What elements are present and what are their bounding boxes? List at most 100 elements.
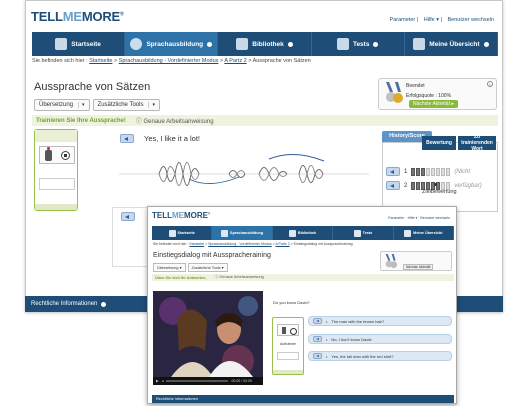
- logo-text-more: MORE: [81, 9, 121, 24]
- chevron-icon: [207, 41, 213, 47]
- answer-option[interactable]: • Yes, the tall man with the red shirt?: [308, 351, 452, 361]
- dropdown-label: Zusätzliche Tools: [97, 102, 144, 108]
- breadcrumb-link[interactable]: Sprachausbildung - Vordefinierter Modus: [208, 242, 271, 246]
- nav-tests[interactable]: Tests: [333, 226, 394, 240]
- legal-info-link[interactable]: Rechtliche Informationen: [31, 301, 97, 307]
- breadcrumb-current: Aussprache von Sätzen: [252, 58, 311, 64]
- target-rating-label: Zielbewertung: [422, 189, 457, 195]
- nav-label: Meine Übersicht: [429, 40, 480, 48]
- answer-bullet: •: [326, 336, 328, 342]
- recorder-footer[interactable]: [273, 370, 303, 374]
- link-benutzer-wechseln[interactable]: Benutzer wechseln: [448, 17, 494, 23]
- video-progress-bar[interactable]: [166, 380, 229, 382]
- speaker-icon[interactable]: [386, 181, 400, 190]
- recording-slot: [39, 178, 75, 190]
- volume-icon[interactable]: ◂: [162, 379, 164, 383]
- history-score-panel: History/Score Bewertung Zu trainierenden…: [382, 131, 498, 213]
- recorder-label: Aufnahme: [280, 342, 296, 346]
- profile-card-icon: [404, 229, 412, 237]
- question-text: Do you know David?: [273, 300, 310, 305]
- nav-sprachausbildung[interactable]: Sprachausbildung: [125, 32, 219, 56]
- medal-icon: [386, 82, 403, 103]
- rating-bar-segment: [436, 167, 441, 176]
- recorder-footer[interactable]: [35, 204, 77, 210]
- page-title: Aussprache von Sätzen: [34, 81, 151, 93]
- link-parameter[interactable]: Parameter: [390, 17, 416, 23]
- breadcrumb: Sie befinden sich hier : Startseite > Sp…: [32, 58, 311, 64]
- tools-dropdown[interactable]: Zusätzliche Tools ▾: [187, 263, 228, 272]
- breadcrumb-link[interactable]: Startseite: [189, 242, 204, 246]
- nav-label: Tests: [362, 231, 373, 235]
- speaker-icon[interactable]: [386, 167, 400, 176]
- waveform: [119, 154, 369, 186]
- success-rate-text: Erfolgsquote : 100%: [406, 93, 452, 99]
- breadcrumb-link[interactable]: A Partz 2: [224, 58, 246, 64]
- rating-bar-segment: [411, 167, 416, 176]
- speaker-icon[interactable]: [121, 212, 135, 221]
- breadcrumb-link[interactable]: Sprachausbildung - Vordefinierter Modus: [119, 58, 219, 64]
- top-links[interactable]: Parameter · Hilfe ▾ · Benutzer wechseln: [388, 216, 450, 220]
- play-icon[interactable]: ▶: [156, 379, 159, 383]
- speaker-icon[interactable]: [313, 318, 322, 324]
- answer-option[interactable]: • The man with the brown hair?: [308, 316, 452, 326]
- logo-registered: ®: [120, 11, 124, 18]
- dropdown-label: Zusätzliche Tools: [191, 266, 221, 270]
- main-nav: Startseite Sprachausbildung Bibliothek T…: [152, 226, 455, 240]
- nav-label: Startseite: [71, 40, 101, 48]
- logo-text-tell: TELL: [152, 211, 172, 220]
- dropdown-label: Übersetzung: [39, 102, 74, 108]
- breadcrumb-prefix: Sie befinden sich hier :: [32, 58, 88, 64]
- status-text: Beendet: [406, 83, 425, 89]
- recorder-controls: [39, 146, 75, 164]
- column-header-words: Zu trainierenden Wort: [458, 134, 496, 152]
- stop-record-icon[interactable]: [60, 150, 70, 160]
- dropdown-row: Übersetzung ▾ Zusätzliche Tools ▾: [153, 263, 228, 272]
- speaker-icon[interactable]: [313, 353, 322, 359]
- translation-dropdown[interactable]: Übersetzung ▾: [153, 263, 186, 272]
- breadcrumb: Sie befinden sich hier : Startseite > Sp…: [153, 242, 353, 246]
- breadcrumb-link[interactable]: Startseite: [89, 58, 112, 64]
- rating-bar-segment: [411, 181, 416, 190]
- nav-meine-uebersicht[interactable]: Meine Übersicht: [394, 226, 455, 240]
- instruction-hint-link[interactable]: ⓘ Genaue Arbeitsanweisung: [215, 275, 264, 280]
- record-controls[interactable]: [277, 324, 299, 336]
- tellmemore-logo[interactable]: TELLMEMORE®: [31, 9, 124, 24]
- info-icon[interactable]: i: [487, 81, 493, 87]
- nav-meine-uebersicht[interactable]: Meine Übersicht: [405, 32, 499, 56]
- recorder-panel: Aufnahme: [272, 317, 304, 375]
- row-number: 1: [404, 168, 408, 175]
- tools-dropdown[interactable]: Zusätzliche Tools ▾: [92, 99, 160, 111]
- speaker-icon[interactable]: [313, 336, 322, 342]
- tellmemore-logo[interactable]: TELLMEMORE®: [152, 211, 210, 220]
- next-activity-button[interactable]: Nächste Aktivität ▸: [409, 100, 458, 108]
- answer-option[interactable]: • No, I don't know David.: [308, 334, 452, 344]
- instruction-band: Trainieren Sie Ihre Aussprache! ⓘ Genaue…: [32, 115, 498, 126]
- next-activity-button[interactable]: Nächste Aktivität: [403, 264, 434, 270]
- video-player[interactable]: ▶ ◂ 00:00 / 00:00: [153, 291, 263, 385]
- speaker-icon[interactable]: [120, 134, 134, 143]
- breadcrumb-current: Einstiegsdialog mit Ausspracheraining: [293, 242, 353, 246]
- nav-label: Tests: [352, 40, 370, 48]
- nav-bibliothek[interactable]: Bibliothek: [273, 226, 334, 240]
- video-frame: [153, 291, 263, 377]
- microphone-icon[interactable]: [44, 146, 52, 161]
- breadcrumb-link[interactable]: A Partz 2: [275, 242, 289, 246]
- nav-startseite[interactable]: Startseite: [32, 32, 126, 56]
- chevron-down-icon: ▾: [148, 102, 155, 108]
- link-hilfe[interactable]: Hilfe ▾: [424, 17, 439, 23]
- translation-dropdown[interactable]: Übersetzung ▾: [34, 99, 90, 111]
- nav-bibliothek[interactable]: Bibliothek: [218, 32, 312, 56]
- instruction-hint-link[interactable]: ⓘ Genaue Arbeitsanweisung: [136, 116, 214, 125]
- answer-bullet: •: [326, 318, 328, 324]
- history-row: 1 (Nicht: [386, 167, 470, 176]
- nav-startseite[interactable]: Startseite: [152, 226, 213, 240]
- chevron-icon: [373, 41, 379, 47]
- nav-sprachausbildung[interactable]: Sprachausbildung: [212, 226, 273, 240]
- graduation-cap-icon: [336, 38, 349, 50]
- top-links: Parameter | Hilfe ▾ | Benutzer wechseln: [389, 17, 494, 23]
- home-icon: [55, 38, 68, 50]
- footer-bar[interactable]: Rechtliche Informationen: [152, 395, 454, 403]
- graduation-cap-icon: [353, 229, 361, 237]
- chevron-icon: [483, 41, 489, 47]
- nav-tests[interactable]: Tests: [312, 32, 405, 56]
